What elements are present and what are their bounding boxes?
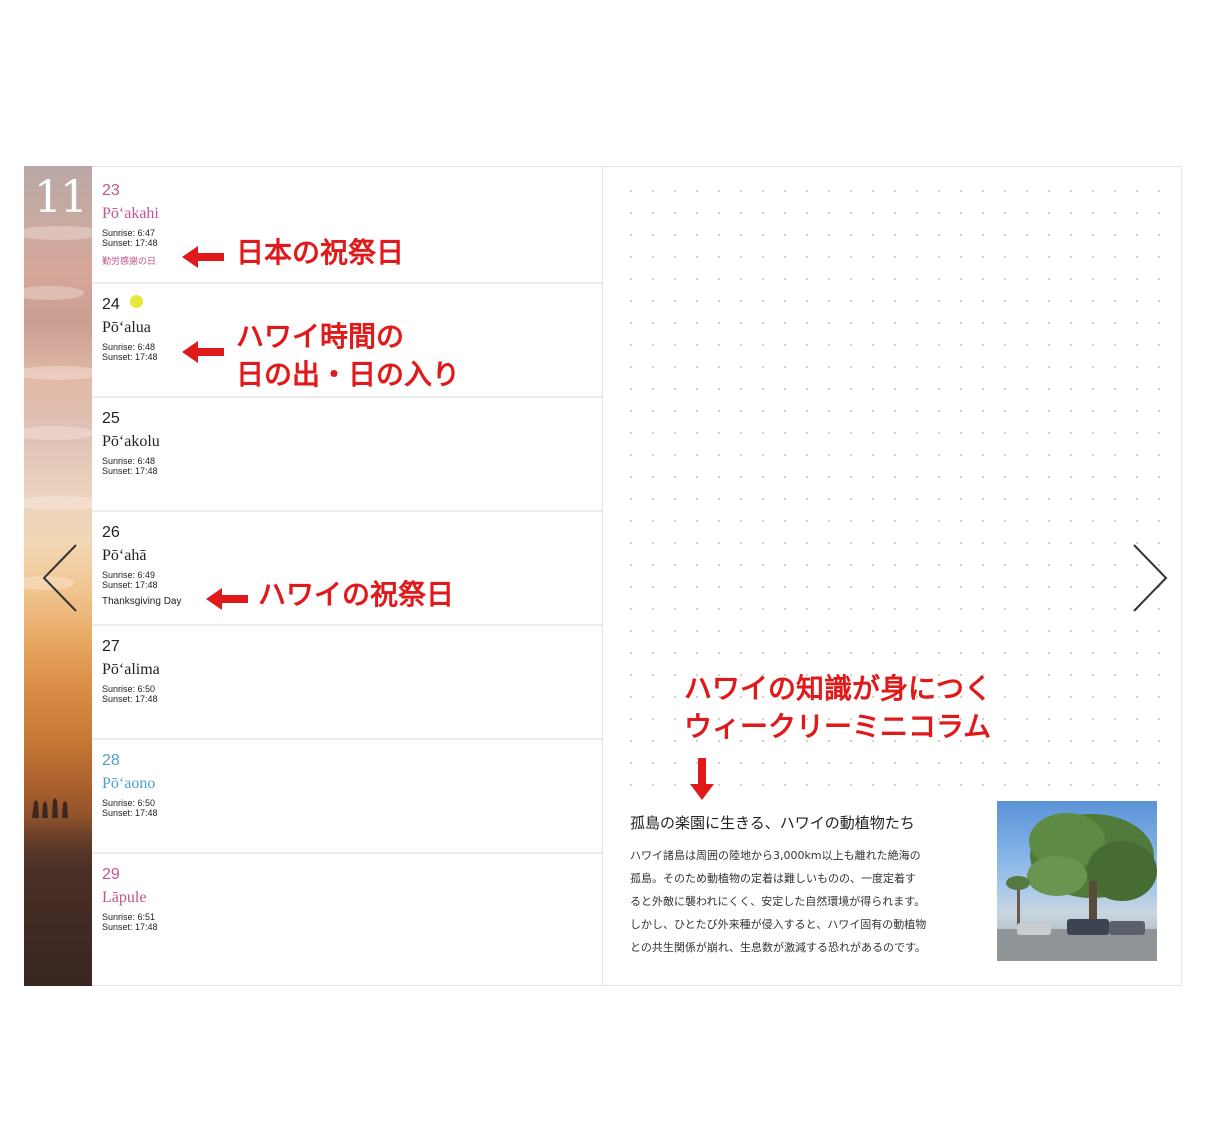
day-row-29[interactable]: 29 Lāpule Sunrise: 6:51 Sunset: 17:48 bbox=[92, 854, 602, 986]
day-row-28[interactable]: 28 Pōʻaono Sunrise: 6:50 Sunset: 17:48 bbox=[92, 740, 602, 854]
annotation-sun-times-line2: 日の出・日の入り bbox=[236, 358, 461, 391]
sun-times: Sunrise: 6:50 Sunset: 17:48 bbox=[102, 684, 158, 704]
sunset-text: Sunset: 17:48 bbox=[102, 352, 158, 362]
sun-times: Sunrise: 6:47 Sunset: 17:48 bbox=[102, 228, 158, 248]
column-photo-tree bbox=[997, 801, 1157, 961]
sunset-text: Sunset: 17:48 bbox=[102, 922, 158, 932]
arrow-left-icon bbox=[182, 246, 224, 268]
sunrise-text: Sunrise: 6:51 bbox=[102, 912, 156, 922]
people-silhouette bbox=[32, 798, 68, 818]
sunrise-text: Sunrise: 6:50 bbox=[102, 684, 156, 694]
column-title: 孤島の楽園に生きる、ハワイの動植物たち bbox=[630, 814, 915, 832]
page-divider bbox=[602, 166, 603, 986]
sunrise-text: Sunrise: 6:50 bbox=[102, 798, 156, 808]
column-line: 孤島。そのため動植物の定着は難しいものの、一度定着す bbox=[630, 872, 916, 885]
sunrise-text: Sunrise: 6:48 bbox=[102, 342, 156, 352]
day-number: 25 bbox=[102, 410, 120, 427]
tree-photo-illustration bbox=[997, 813, 1157, 961]
column-line: ると外敵に襲われにくく、安定した自然環境が得られます。 bbox=[630, 895, 926, 908]
arrow-left-icon bbox=[182, 341, 224, 363]
hawaiian-day-name: Pōʻahā bbox=[102, 547, 147, 564]
day-number: 24 bbox=[102, 296, 120, 313]
column-line: との共生関係が崩れ、生息数が激減する恐れがあるのです。 bbox=[630, 941, 926, 954]
hawaiian-day-name: Lāpule bbox=[102, 889, 147, 906]
annotation-japan-holiday: 日本の祝祭日 bbox=[236, 236, 405, 269]
hawaii-holiday-text: Thanksgiving Day bbox=[102, 596, 182, 607]
full-moon-icon bbox=[130, 295, 143, 308]
annotation-weekly-column: ハワイの知識が身につく ウィークリーミニコラム bbox=[684, 670, 992, 746]
month-number: 11 bbox=[34, 172, 88, 223]
day-row-25[interactable]: 25 Pōʻakolu Sunrise: 6:48 Sunset: 17:48 bbox=[92, 398, 602, 512]
annotation-column-line1: ハワイの知識が身につく bbox=[684, 672, 993, 705]
annotation-sun-times-line1: ハワイ時間の bbox=[236, 320, 405, 353]
sunset-text: Sunset: 17:48 bbox=[102, 580, 158, 590]
hawaiian-day-name: Pōʻaono bbox=[102, 775, 156, 792]
sunset-text: Sunset: 17:48 bbox=[102, 808, 158, 818]
sunset-text: Sunset: 17:48 bbox=[102, 466, 158, 476]
sun-times: Sunrise: 6:48 Sunset: 17:48 bbox=[102, 456, 158, 476]
hawaiian-day-name: Pōʻalima bbox=[102, 661, 160, 678]
sun-times: Sunrise: 6:48 Sunset: 17:48 bbox=[102, 342, 158, 362]
hawaiian-day-name: Pōʻalua bbox=[102, 319, 151, 336]
sunrise-text: Sunrise: 6:49 bbox=[102, 570, 156, 580]
day-number: 29 bbox=[102, 866, 120, 883]
arrow-down-icon bbox=[690, 758, 714, 800]
hawaiian-day-name: Pōʻakolu bbox=[102, 433, 160, 450]
sun-times: Sunrise: 6:51 Sunset: 17:48 bbox=[102, 912, 158, 932]
day-row-27[interactable]: 27 Pōʻalima Sunrise: 6:50 Sunset: 17:48 bbox=[92, 626, 602, 740]
arrow-left-icon bbox=[206, 588, 248, 610]
sunrise-text: Sunrise: 6:48 bbox=[102, 456, 156, 466]
day-number: 23 bbox=[102, 182, 120, 199]
annotation-sun-times: ハワイ時間の 日の出・日の入り bbox=[236, 318, 460, 394]
japan-holiday-text: 勤労感謝の日 bbox=[102, 256, 157, 266]
column-body: ハワイ諸島は周囲の陸地から3,000km以上も離れた絶海の 孤島。そのため動植物… bbox=[630, 844, 980, 959]
day-number: 27 bbox=[102, 638, 120, 655]
hawaiian-day-name: Pōʻakahi bbox=[102, 205, 159, 222]
sunrise-text: Sunrise: 6:47 bbox=[102, 228, 156, 238]
sun-times: Sunrise: 6:50 Sunset: 17:48 bbox=[102, 798, 158, 818]
annotation-hawaii-holiday: ハワイの祝祭日 bbox=[258, 578, 455, 611]
annotation-column-line2: ウィークリーミニコラム bbox=[684, 710, 992, 743]
column-line: しかし、ひとたび外来種が侵入すると、ハワイ固有の動植物 bbox=[630, 918, 927, 931]
sun-times: Sunrise: 6:49 Sunset: 17:48 bbox=[102, 570, 158, 590]
sunset-text: Sunset: 17:48 bbox=[102, 694, 158, 704]
day-number: 28 bbox=[102, 752, 120, 769]
chevron-right-icon[interactable] bbox=[1130, 543, 1170, 613]
column-line: ハワイ諸島は周囲の陸地から3,000km以上も離れた絶海の bbox=[630, 849, 921, 862]
chevron-left-icon[interactable] bbox=[40, 543, 80, 613]
day-number: 26 bbox=[102, 524, 120, 541]
sunset-text: Sunset: 17:48 bbox=[102, 238, 158, 248]
